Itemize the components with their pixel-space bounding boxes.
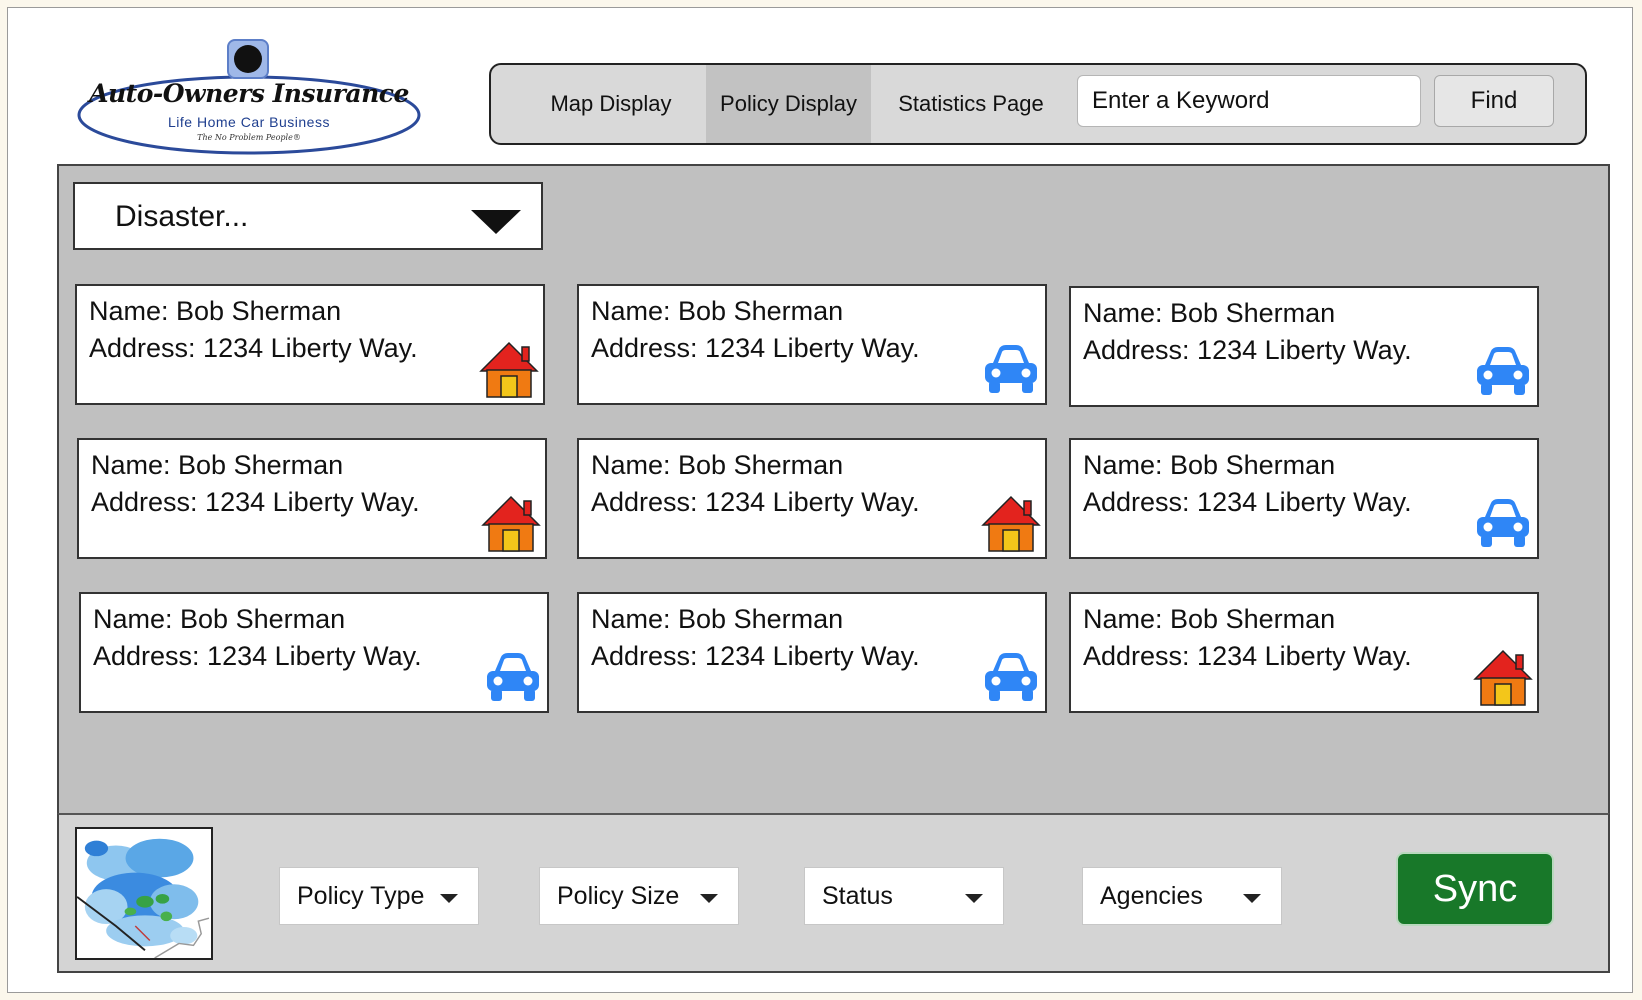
top-nav-bar: Map Display Policy Display Statistics Pa… [489,63,1587,145]
agencies-label: Agencies [1100,882,1203,910]
policy-card[interactable]: Name: Bob Sherman Address: 1234 Liberty … [79,592,549,713]
agencies-dropdown[interactable]: Agencies [1082,867,1282,925]
caret-down-icon [965,894,983,903]
policy-holder-name: Name: Bob Sherman [1083,298,1336,328]
filter-bar: Policy Type Policy Size Status Agencies … [57,813,1610,973]
policy-card[interactable]: Name: Bob Sherman Address: 1234 Liberty … [577,438,1047,559]
tab-map-display[interactable]: Map Display [531,65,691,143]
policy-holder-name: Name: Bob Sherman [1083,450,1336,480]
policy-address: Address: 1234 Liberty Way. [1083,641,1412,671]
policy-address: Address: 1234 Liberty Way. [89,333,418,363]
policy-address: Address: 1234 Liberty Way. [1083,487,1412,517]
logo-name: Auto-Owners Insurance [89,79,409,108]
radar-map-thumbnail[interactable] [75,827,213,960]
policy-holder-name: Name: Bob Sherman [1083,604,1336,634]
policy-panel: Disaster... Name: Bob Sherman Address: 1… [57,164,1610,814]
house-icon [481,495,541,553]
logo-tagline: The No Problem People® [197,133,301,142]
house-icon [1473,649,1533,707]
policy-card[interactable]: Name: Bob Sherman Address: 1234 Liberty … [1069,592,1539,713]
house-icon [479,341,539,399]
policy-address: Address: 1234 Liberty Way. [591,641,920,671]
policy-address: Address: 1234 Liberty Way. [1083,335,1412,365]
disaster-dropdown[interactable]: Disaster... [73,182,543,250]
status-label: Status [822,882,893,910]
policy-holder-name: Name: Bob Sherman [591,296,844,326]
policy-type-label: Policy Type [297,882,425,910]
caret-down-icon [1243,894,1261,903]
policy-card[interactable]: Name: Bob Sherman Address: 1234 Liberty … [77,438,547,559]
app-frame: Auto-Owners Insurance Life Home Car Busi… [7,7,1633,993]
policy-address: Address: 1234 Liberty Way. [93,641,422,671]
house-icon [981,495,1041,553]
car-icon [981,341,1041,399]
car-icon [483,649,543,707]
caret-down-icon [700,894,718,903]
auto-owners-logo[interactable]: Auto-Owners Insurance Life Home Car Busi… [74,38,424,156]
policy-type-dropdown[interactable]: Policy Type [279,867,479,925]
policy-holder-name: Name: Bob Sherman [89,296,342,326]
policy-holder-name: Name: Bob Sherman [591,604,844,634]
tab-policy-display[interactable]: Policy Display [706,65,871,143]
find-button[interactable]: Find [1434,75,1554,127]
sync-button[interactable]: Sync [1396,852,1554,926]
car-icon [1473,343,1533,401]
caret-down-icon [471,210,521,234]
tab-statistics-page[interactable]: Statistics Page [881,65,1061,143]
policy-holder-name: Name: Bob Sherman [91,450,344,480]
caret-down-icon [440,894,458,903]
keyword-search-input[interactable] [1077,75,1421,127]
policy-size-label: Policy Size [557,882,680,910]
policy-address: Address: 1234 Liberty Way. [91,487,420,517]
policy-address: Address: 1234 Liberty Way. [591,333,920,363]
car-icon [981,649,1041,707]
policy-card[interactable]: Name: Bob Sherman Address: 1234 Liberty … [1069,286,1539,407]
policy-card[interactable]: Name: Bob Sherman Address: 1234 Liberty … [577,592,1047,713]
logo-subtitle: Life Home Car Business [168,114,330,130]
policy-card[interactable]: Name: Bob Sherman Address: 1234 Liberty … [577,284,1047,405]
disaster-dropdown-value: Disaster... [115,200,249,233]
policy-size-dropdown[interactable]: Policy Size [539,867,739,925]
policy-card[interactable]: Name: Bob Sherman Address: 1234 Liberty … [1069,438,1539,559]
policy-address: Address: 1234 Liberty Way. [591,487,920,517]
radar-map-icon [77,829,211,958]
status-dropdown[interactable]: Status [804,867,1004,925]
policy-card[interactable]: Name: Bob Sherman Address: 1234 Liberty … [75,284,545,405]
policy-holder-name: Name: Bob Sherman [93,604,346,634]
policy-holder-name: Name: Bob Sherman [591,450,844,480]
car-icon [1473,495,1533,553]
